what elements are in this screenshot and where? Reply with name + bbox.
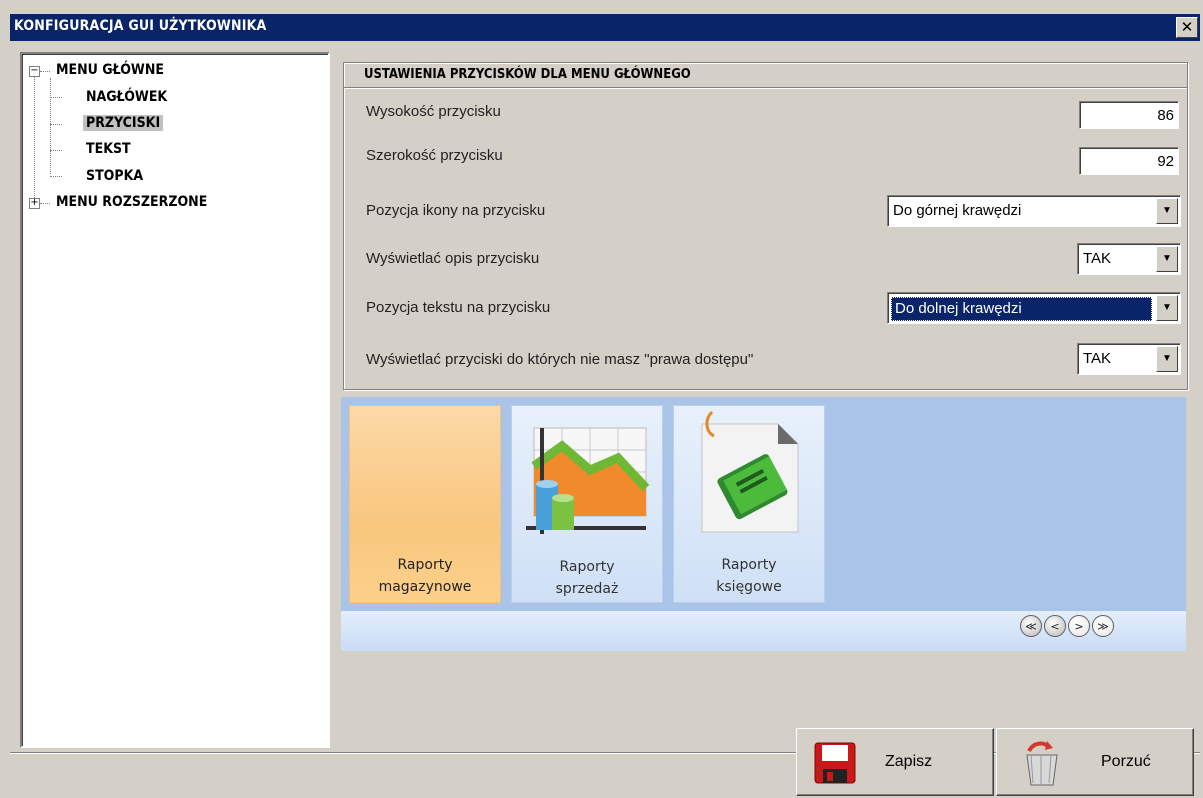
settings-header: USTAWIENIA PRZYCISKÓW DLA MENU GŁÓWNEGO [344,63,1187,88]
dropdown-arrow-icon[interactable]: ▼ [1156,198,1178,224]
close-icon[interactable]: ✕ [1176,17,1198,38]
tree-line [34,74,35,200]
tree-line [50,150,62,151]
tree-item-stopka[interactable]: STOPKA [86,168,143,184]
preview-button-line1: Raporty [397,557,453,573]
dropdown-arrow-icon[interactable]: ▼ [1156,295,1178,321]
button-height-label: Wysokość przycisku [366,103,501,120]
tree-line [50,124,62,125]
collapse-icon[interactable]: − [29,66,40,77]
button-width-label: Szerokość przycisku [366,147,503,164]
dropdown-arrow-icon[interactable]: ▼ [1156,246,1178,272]
button-preview: Raporty magazynowe Raporty sprzedaż Rapo… [341,397,1186,651]
tree-line [50,97,62,98]
save-button[interactable]: Zapisz [796,728,994,796]
tree-line [50,78,51,174]
preview-button-raporty-magazynowe[interactable]: Raporty magazynowe [349,405,501,603]
expand-icon[interactable]: + [29,198,40,209]
cancel-button[interactable]: Porzuć [996,728,1194,796]
tree-item-tekst[interactable]: TEKST [86,141,131,157]
text-position-label: Pozycja tekstu na przycisku [366,299,551,316]
save-button-label: Zapisz [885,753,933,770]
cancel-button-label: Porzuć [1101,753,1151,770]
first-page-icon[interactable]: ≪ [1020,615,1042,637]
tree-item-menu-rozszerzone[interactable]: MENU ROZSZERZONE [56,194,207,210]
icon-position-value: Do górnej krawędzi [893,202,1022,219]
text-position-select[interactable]: Do dolnej krawędzi ▼ [887,292,1181,324]
preview-button-line2: sprzedaż [555,581,619,597]
trash-bin-icon [1026,741,1058,786]
tree-line [40,71,50,72]
preview-button-raporty-sprzedaz[interactable]: Raporty sprzedaż [511,405,663,603]
preview-button-line2: księgowe [716,579,782,595]
show-description-select[interactable]: TAK ▼ [1077,243,1181,275]
preview-button-raporty-ksiegowe[interactable]: Raporty księgowe [673,405,825,603]
preview-button-line2: magazynowe [378,579,472,595]
tree-item-naglowek[interactable]: NAGŁÓWEK [86,89,167,105]
green-book-icon [701,410,799,533]
title-bar: KONFIGURACJA GUI UŻYTKOWNIKA ✕ [10,14,1200,41]
preview-button-line1: Raporty [721,557,777,573]
tree-item-przyciski[interactable]: PRZYCISKI [83,115,164,131]
preview-button-line1: Raporty [559,559,615,575]
window-title: KONFIGURACJA GUI UŻYTKOWNIKA [14,18,267,34]
show-unauthorized-label: Wyświetlać przyciski do których nie masz… [366,351,754,368]
icon-position-label: Pozycja ikony na przycisku [366,202,546,219]
show-description-value: TAK [1083,250,1112,267]
button-width-input[interactable]: 92 [1079,147,1179,175]
tree-item-menu-glowne[interactable]: MENU GŁÓWNE [56,62,164,78]
last-page-icon[interactable]: ≫ [1092,615,1114,637]
button-height-input[interactable]: 86 [1079,101,1179,129]
chart-icon [526,427,650,534]
next-page-icon[interactable]: > [1068,615,1090,637]
tree-line [40,203,50,204]
tree-line [50,176,62,177]
floppy-disk-icon [814,742,856,784]
config-tree: − MENU GŁÓWNE NAGŁÓWEK PRZYCISKI TEKST S… [20,52,330,748]
icon-position-select[interactable]: Do górnej krawędzi ▼ [887,195,1181,227]
text-position-value: Do dolnej krawędzi [891,297,1152,321]
dropdown-arrow-icon[interactable]: ▼ [1156,346,1178,372]
show-unauthorized-value: TAK [1083,350,1112,367]
show-description-label: Wyświetlać opis przycisku [366,250,540,267]
prev-page-icon[interactable]: < [1044,615,1066,637]
show-unauthorized-select[interactable]: TAK ▼ [1077,343,1181,375]
